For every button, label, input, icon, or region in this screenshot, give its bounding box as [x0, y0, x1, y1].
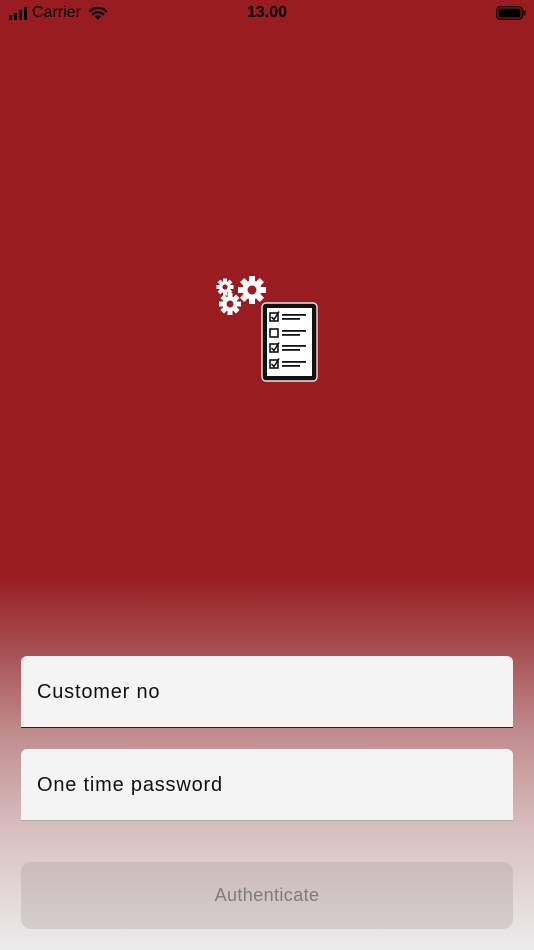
- gears-icon: [216, 276, 266, 315]
- gears-checklist-logo: [216, 276, 318, 382]
- status-bar: Carrier 13.00: [0, 0, 534, 28]
- customer-no-field[interactable]: Customer no: [21, 656, 513, 728]
- battery-icon: [496, 6, 526, 20]
- customer-no-label: Customer no: [37, 681, 161, 703]
- one-time-password-label: One time password: [37, 774, 223, 796]
- status-time: 13.00: [246, 4, 288, 21]
- one-time-password-field[interactable]: One time password: [21, 749, 513, 821]
- checklist-icon: [261, 302, 318, 382]
- authenticate-button[interactable]: Authenticate: [21, 862, 513, 929]
